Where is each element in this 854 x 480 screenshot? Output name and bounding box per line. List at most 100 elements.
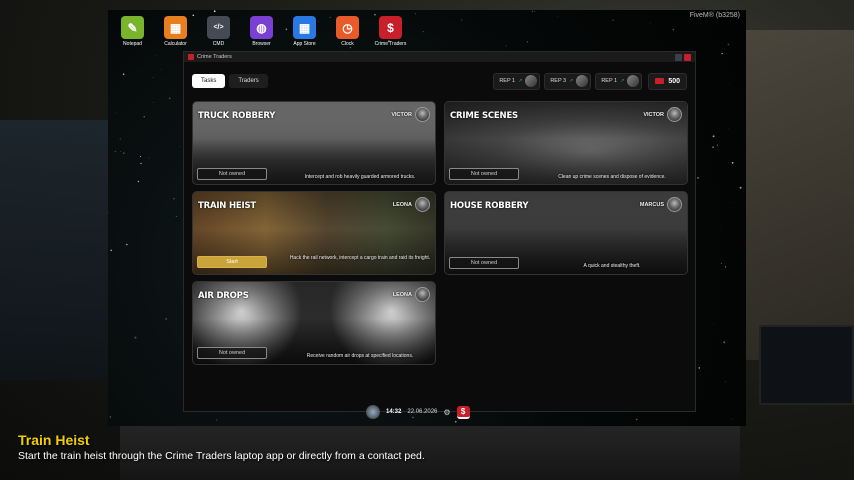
task-title: HOUSE ROBBERY (450, 201, 529, 211)
star (109, 416, 112, 418)
star (725, 266, 727, 268)
star (727, 43, 730, 46)
star (729, 83, 731, 85)
task-description: Intercept and rob heavily guarded armore… (304, 174, 416, 180)
cash-icon (655, 78, 665, 84)
task-card-crime-scenes[interactable]: CRIME SCENES VICTOR Clean up crime scene… (444, 101, 688, 185)
caption-subtitle: Start the train heist through the Crime … (18, 450, 425, 462)
desktop-icon-bar: ✎ Notepad ▦ Calculator </> CMD ◍ Browser ▦ App St… (118, 16, 406, 47)
contact-avatar (667, 197, 682, 212)
crime-traders-window: Crime Traders Tasks Traders REP 1 ↗ REP … (183, 51, 696, 412)
star (721, 262, 722, 264)
star (122, 73, 125, 75)
desktop-app-cmd[interactable]: </> CMD (204, 16, 233, 47)
close-button[interactable] (684, 53, 691, 61)
star (173, 197, 175, 200)
star (156, 376, 158, 377)
money-balance: 500 (648, 72, 687, 90)
star (713, 324, 715, 325)
task-card-house-robbery[interactable]: HOUSE ROBBERY MARCUS A quick and stealth… (444, 191, 688, 275)
trader-avatar (525, 75, 538, 87)
star (179, 146, 181, 147)
gear-icon[interactable]: ⚙ (443, 408, 450, 417)
task-description: Receive random air drops at specified lo… (306, 353, 414, 359)
task-title: TRAIN HEIST (198, 201, 256, 211)
crime-traders-app-icon (188, 54, 194, 60)
star (114, 150, 117, 153)
tab-tasks[interactable]: Tasks (192, 74, 226, 88)
minimize-button[interactable] (675, 53, 682, 61)
reputation-badge: REP 1 ↗ (493, 72, 541, 90)
task-description: A quick and stealthy theft. (583, 263, 641, 269)
trader-avatar (627, 75, 640, 87)
star (557, 15, 558, 17)
tab-traders[interactable]: Traders (229, 74, 268, 88)
reputation-label: REP 1 (601, 78, 618, 84)
star (116, 111, 117, 113)
grid-icon: ▦ (293, 16, 316, 39)
desktop-app-browser[interactable]: ◍ Browser (247, 16, 276, 47)
star (120, 151, 121, 152)
task-card-train-heist[interactable]: TRAIN HEIST LEONA Hack the rail network,… (192, 191, 436, 275)
star (716, 144, 718, 146)
star (635, 418, 638, 421)
contact-name: LEONA (392, 292, 412, 298)
crime-traders-taskbar-icon[interactable]: $ (456, 405, 470, 419)
star (175, 215, 177, 218)
star (168, 97, 171, 100)
not-owned-button: Not owned (197, 347, 267, 359)
rep-arrow-icon: ↗ (620, 78, 625, 84)
star (110, 249, 113, 252)
star (723, 341, 726, 344)
star (739, 186, 742, 189)
star (108, 212, 109, 214)
window-titlebar[interactable]: Crime Traders (184, 52, 695, 62)
video-caption: Train Heist Start the train heist throug… (18, 432, 425, 462)
desktop-app-label: App Store (293, 41, 316, 47)
star (534, 10, 536, 12)
desktop-app-label: Clock (341, 41, 354, 47)
task-title: CRIME SCENES (450, 111, 518, 121)
rep-arrow-icon: ↗ (518, 78, 523, 84)
star (148, 157, 150, 159)
desktop-app-calculator[interactable]: ▦ Calculator (161, 16, 190, 47)
desktop-app-clock[interactable]: ◷ Clock (333, 16, 362, 47)
clock-icon: ◷ (336, 16, 359, 39)
star (728, 128, 729, 130)
task-card-truck-robbery[interactable]: TRUCK ROBBERY VICTOR Intercept and rob h… (192, 101, 436, 185)
background-monitor (759, 325, 854, 405)
money-amount: 500 (668, 77, 680, 85)
background-window (0, 120, 110, 380)
star (415, 13, 416, 15)
desktop-app-label: Calculator (164, 41, 187, 47)
star (143, 116, 145, 118)
star (140, 162, 142, 165)
star (153, 101, 154, 103)
background-wall (734, 30, 854, 360)
reputation-label: REP 3 (550, 78, 567, 84)
star (721, 53, 723, 55)
desktop-app-crime-traders[interactable]: $ Crime Traders (375, 16, 406, 47)
desktop-app-app-store[interactable]: ▦ App Store (290, 16, 319, 47)
contact-avatar (667, 107, 682, 122)
star (126, 243, 128, 246)
task-description: Clean up crime scenes and dispose of evi… (558, 174, 666, 180)
contact-name: VICTOR (643, 112, 664, 118)
contact-avatar (415, 197, 430, 212)
user-avatar[interactable] (366, 405, 380, 419)
laptop-screen: ✎ Notepad ▦ Calculator </> CMD ◍ Browser ▦ App St… (108, 10, 746, 426)
star (422, 31, 424, 33)
notepad-icon: ✎ (121, 16, 144, 39)
star (213, 10, 216, 13)
desktop-app-notepad[interactable]: ✎ Notepad (118, 16, 147, 47)
trader-avatar (576, 75, 589, 87)
star (137, 180, 140, 183)
star (730, 418, 732, 420)
not-owned-button: Not owned (449, 257, 519, 269)
star (123, 152, 125, 154)
app-toolbar: Tasks Traders REP 1 ↗ REP 3 ↗ REP 1 ↗ 50… (192, 68, 687, 94)
task-card-air-drops[interactable]: AIR DROPS LEONA Receive random air drops… (192, 281, 436, 365)
desktop-app-label: Browser (252, 41, 271, 47)
star (712, 135, 715, 138)
start-button[interactable]: Start (197, 256, 267, 268)
